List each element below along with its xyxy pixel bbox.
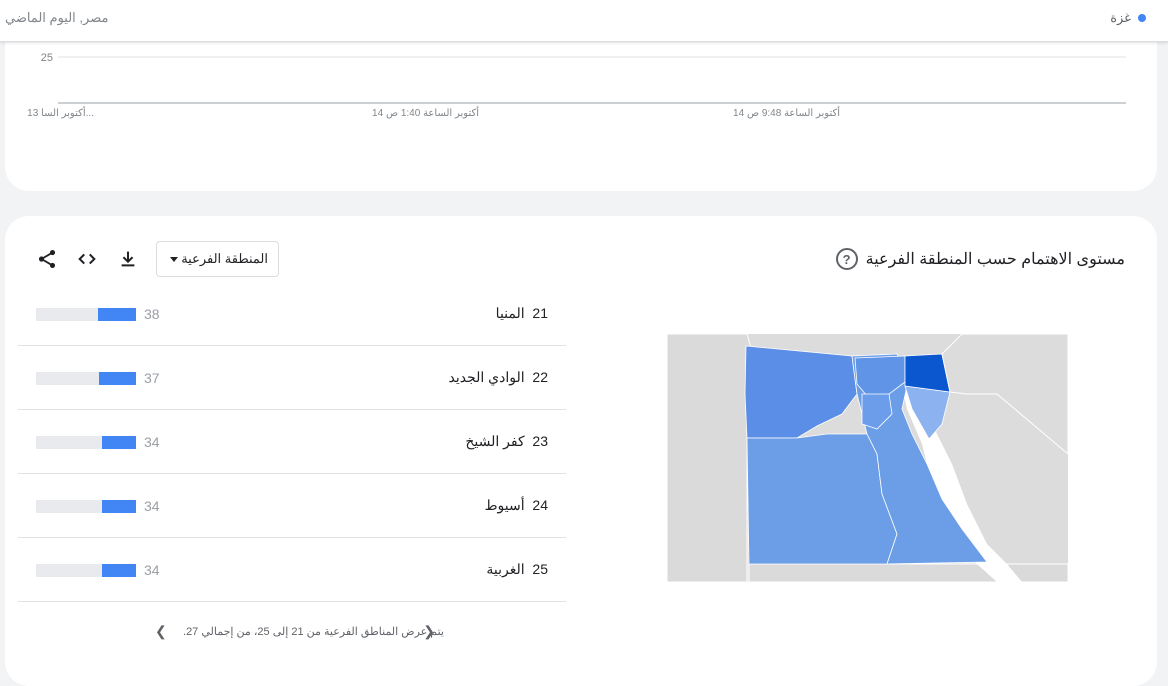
y-tick-label: 25 [41,52,53,64]
interest-bar-fill [102,500,136,513]
name: الغربية [486,561,525,577]
section-title-text: مستوى الاهتمام حسب المنطقة الفرعية [865,251,1125,268]
name: أسيوط [484,497,525,513]
subregion-name: 23 كفر الشيخ [465,433,548,450]
list-item[interactable]: 24 أسيوط 34 [18,474,566,538]
rank: 24 [532,497,548,513]
filter-summary: مصر, اليوم الماضي [5,10,109,25]
interest-bar-fill [98,308,136,321]
interest-over-time-card: 25 13 أكتوبر السا... 14 أكتوبر الساعة 1:… [5,20,1157,191]
share-icon[interactable] [36,248,58,270]
interest-value: 34 [144,498,160,514]
name: الوادي الجديد [448,369,525,385]
term-color-dot [1138,14,1146,22]
help-circle-icon[interactable]: ? [835,248,858,270]
region-level-select[interactable]: المنطقة الفرعية [156,241,279,277]
subregion-name: 21 المنيا [496,305,548,322]
interest-bar-fill [102,436,136,449]
list-item[interactable]: 21 المنيا 38 [18,282,566,346]
map-region [746,433,898,565]
interest-bar-fill [102,564,136,577]
download-icon[interactable] [117,248,139,270]
name: المنيا [495,305,525,321]
x-tick-label: 14 أكتوبر الساعة 1:40 ص [372,106,479,119]
pagination: ❮ يتم عرض المناطق الفرعية من 21 إلى 25، … [155,621,444,641]
interest-value: 34 [144,434,160,450]
neighbor-country [667,334,752,582]
x-tick-label: 14 أكتوبر الساعة 9:48 ص [733,106,840,119]
list-item[interactable]: 23 كفر الشيخ 34 [18,410,566,474]
rank: 23 [532,433,548,449]
x-tick-label: 13 أكتوبر السا... [27,106,94,119]
interest-by-subregion-card: مستوى الاهتمام حسب المنطقة الفرعية ? الم… [5,216,1157,686]
subregion-name: 25 الغربية [486,561,548,578]
interest-bar [36,564,136,577]
subregion-name: 22 الوادي الجديد [448,369,548,386]
section-title: مستوى الاهتمام حسب المنطقة الفرعية ? [835,248,1125,270]
rank: 22 [532,369,548,385]
interest-bar-fill [99,372,136,385]
subregion-map[interactable] [667,334,1068,582]
rank: 25 [532,561,548,577]
list-item[interactable]: 22 الوادي الجديد 37 [18,346,566,410]
subregion-list: 21 المنيا 38 22 الوادي الجديد 37 23 كفر … [18,282,566,602]
interest-bar [36,308,136,321]
pagination-text: يتم عرض المناطق الفرعية من 21 إلى 25، من… [183,626,444,638]
chevron-left-icon[interactable]: ❮ [155,623,167,640]
embed-code-icon[interactable] [76,248,98,270]
subregion-name: 24 أسيوط [485,497,548,514]
caret-down-icon [170,257,178,262]
interest-value: 37 [144,370,160,386]
interest-value: 38 [144,306,160,322]
chevron-right-icon[interactable]: ❯ [423,623,435,640]
interest-bar [36,372,136,385]
interest-bar [36,436,136,449]
rank: 21 [532,305,548,321]
region-level-select-label: المنطقة الفرعية [181,251,268,266]
top-bar: غزة مصر, اليوم الماضي [0,0,1168,42]
interest-bar [36,500,136,513]
list-item[interactable]: 25 الغربية 34 [18,538,566,602]
neighbor-country [748,563,1068,582]
term-label: غزة [1110,10,1131,25]
search-term-legend: غزة [1110,10,1146,26]
name: كفر الشيخ [465,433,525,449]
interest-value: 34 [144,562,160,578]
